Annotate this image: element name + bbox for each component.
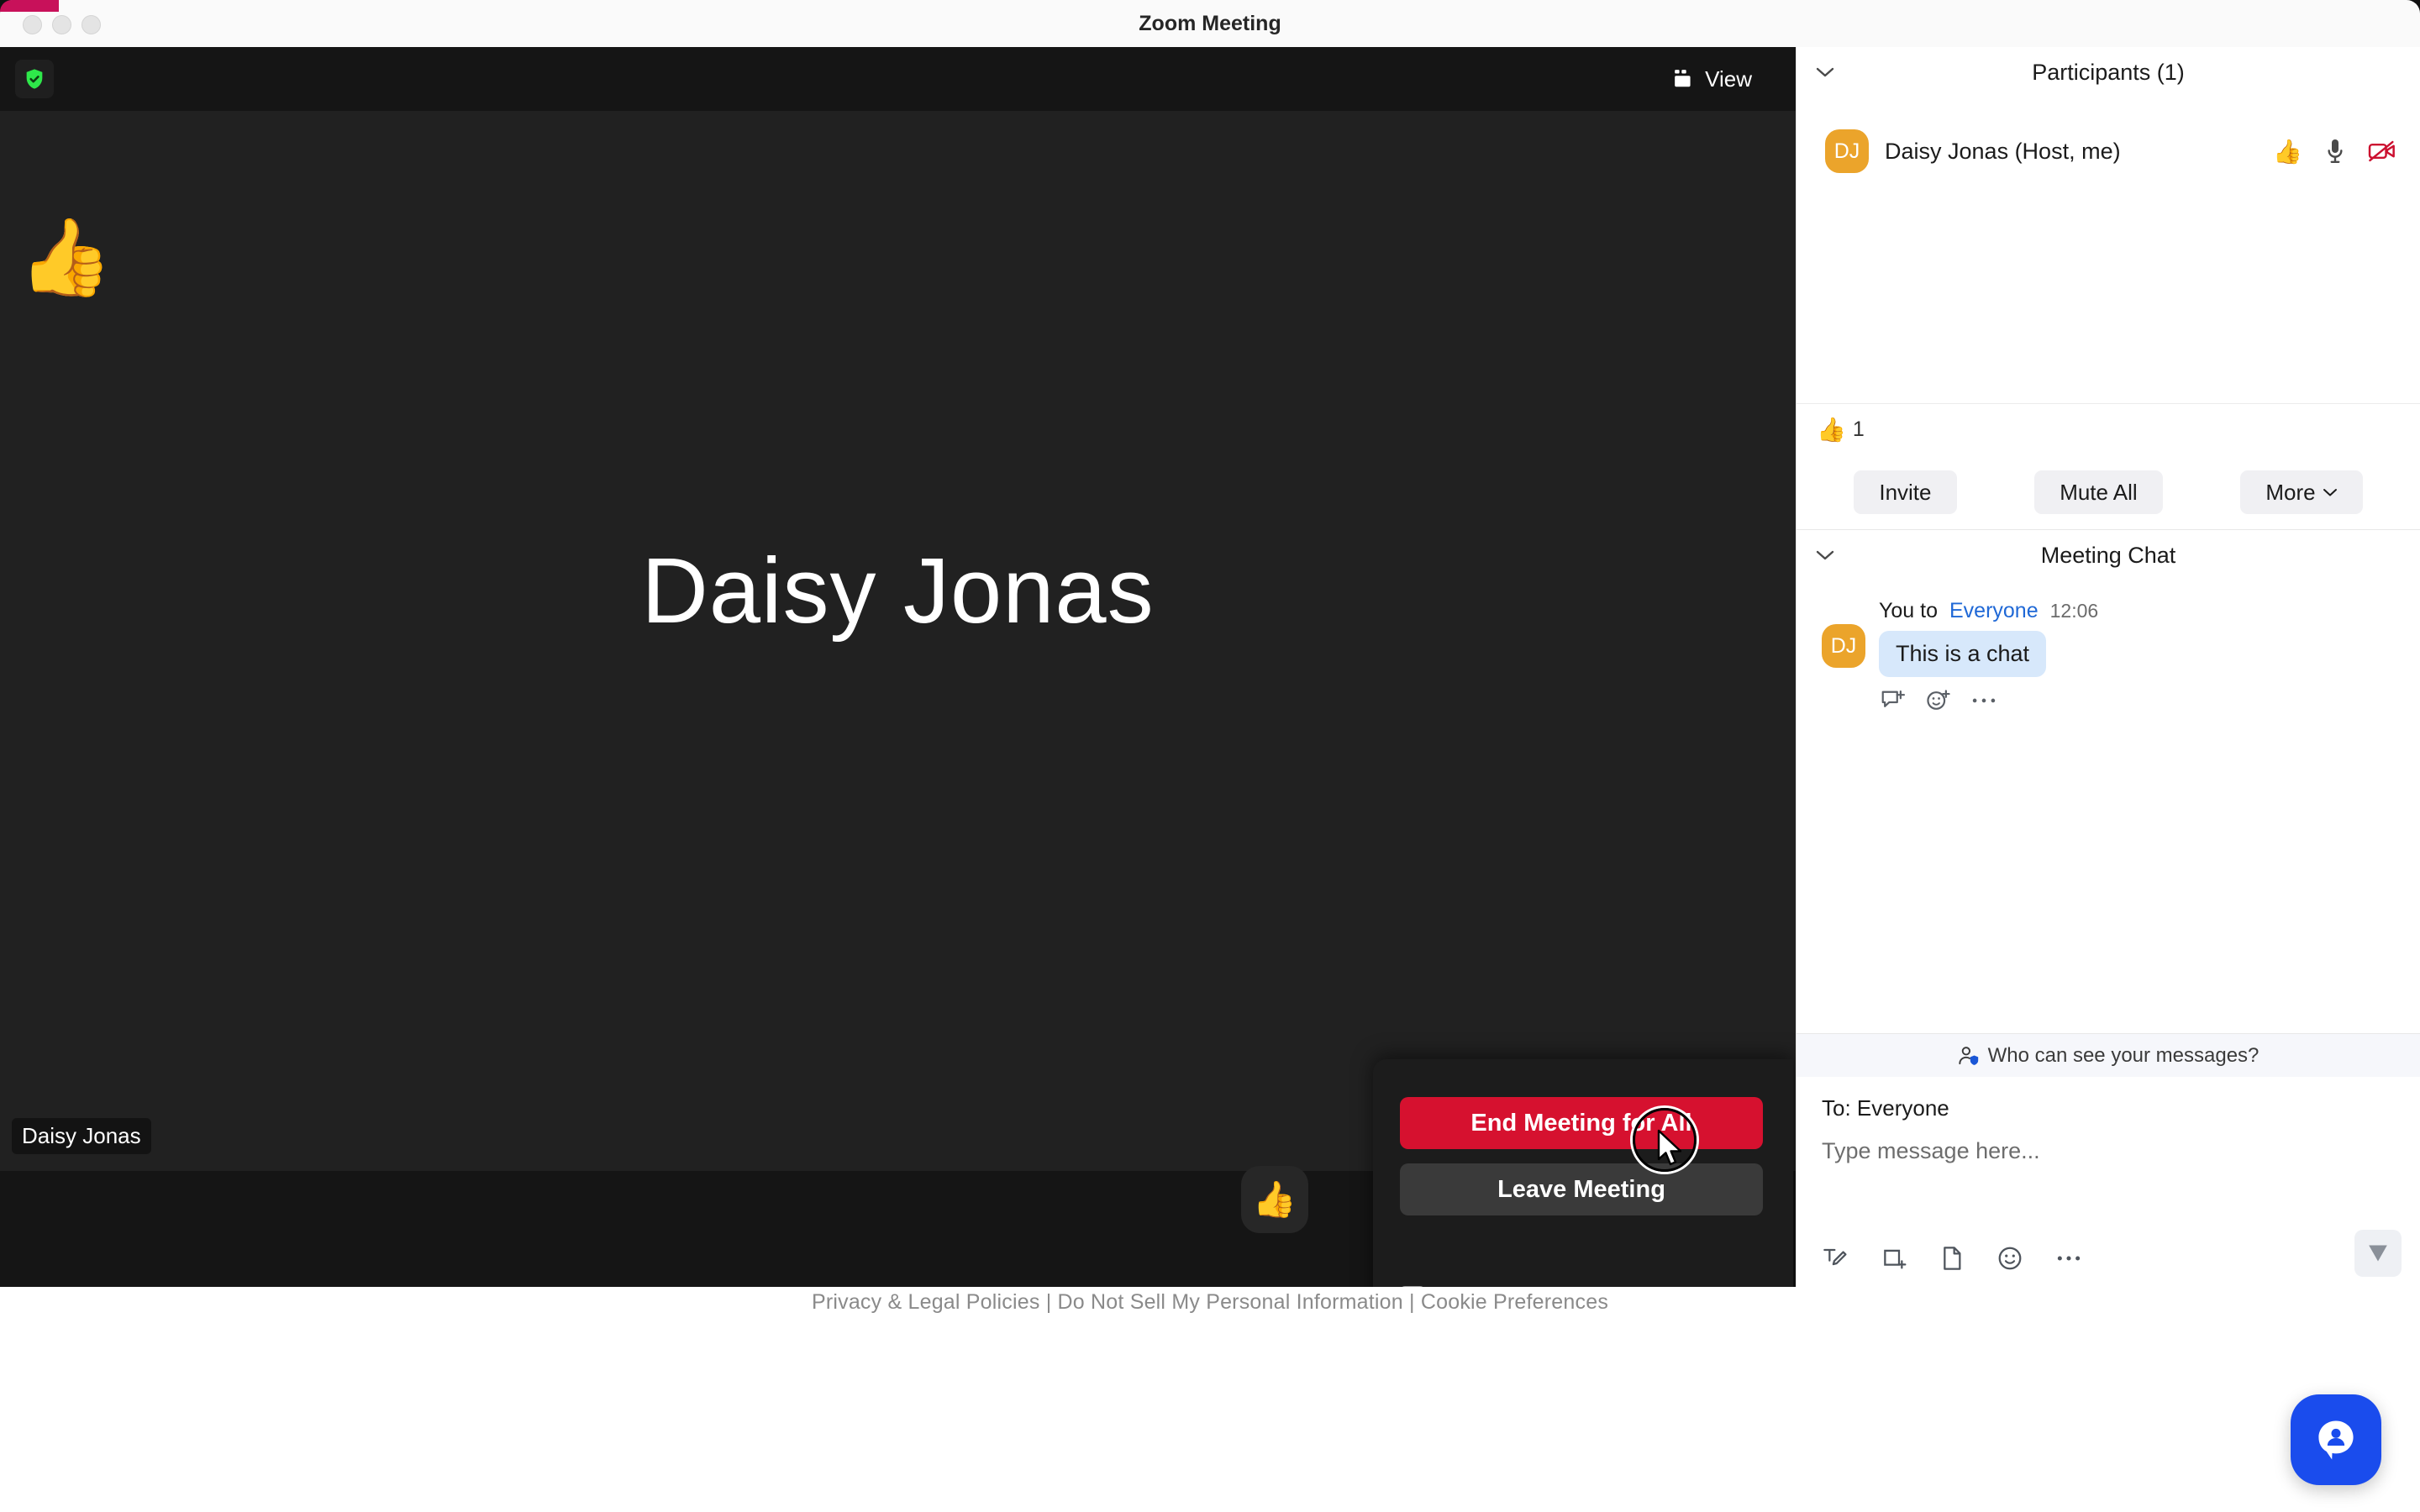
- invite-button-label: Invite: [1879, 479, 1932, 505]
- invite-button[interactable]: Invite: [1854, 470, 1957, 514]
- give-feedback-row: Give feedback Cancel: [1400, 1279, 1766, 1287]
- shield-check-icon[interactable]: [15, 60, 54, 98]
- composer-recipient[interactable]: To: Everyone: [1822, 1095, 2395, 1121]
- chat-composer: To: Everyone Type message here...: [1797, 1077, 2420, 1287]
- chat-message-meta: You to Everyone 12:06: [1879, 599, 2098, 623]
- microphone-icon[interactable]: [2326, 138, 2344, 165]
- video-off-icon[interactable]: [2368, 140, 2396, 162]
- meeting-chat-panel: Meeting Chat DJ You to Everyone 12:06 Th…: [1797, 530, 2420, 1287]
- chevron-down-icon[interactable]: [1815, 66, 1835, 79]
- chat-message[interactable]: DJ You to Everyone 12:06 This is a chat: [1822, 596, 2400, 712]
- support-chat-icon: [2318, 1420, 2354, 1460]
- right-side-panel: Participants (1) DJ Daisy Jonas (Host, m…: [1796, 47, 2420, 1287]
- chat-timestamp: 12:06: [2049, 600, 2099, 622]
- more-options-icon[interactable]: [1971, 696, 1996, 705]
- chat-message-list: DJ You to Everyone 12:06 This is a chat: [1797, 580, 2420, 1033]
- chat-sender: You to: [1879, 599, 1938, 622]
- active-speaker-name: Daisy Jonas: [641, 539, 1155, 643]
- participants-action-bar: Invite Mute All More: [1797, 455, 2420, 529]
- view-button-label: View: [1705, 66, 1752, 92]
- chevron-down-icon: [2323, 487, 2338, 497]
- browser-lower-area: [0, 1319, 2420, 1512]
- window-titlebar: Zoom Meeting: [0, 0, 2420, 47]
- who-can-see-label: Who can see your messages?: [1987, 1043, 2260, 1067]
- end-meeting-popover: End Meeting for All Leave Meeting Give f…: [1373, 1059, 1793, 1287]
- thumbs-up-reaction-overlay: 👍: [18, 216, 113, 300]
- privacy-person-icon: [1958, 1046, 1980, 1066]
- support-chat-button[interactable]: [2291, 1394, 2381, 1485]
- window-title: Zoom Meeting: [1139, 11, 1281, 35]
- file-icon[interactable]: [1939, 1245, 1965, 1272]
- chat-message-input[interactable]: Type message here...: [1822, 1138, 2395, 1164]
- mute-all-button[interactable]: Mute All: [2034, 470, 2163, 514]
- reaction-count: 1: [1852, 417, 1865, 441]
- participants-header: Participants (1): [1797, 47, 2420, 97]
- chat-message-actions: [1881, 689, 2098, 712]
- participants-list: DJ Daisy Jonas (Host, me) 👍: [1797, 97, 2420, 403]
- format-text-icon[interactable]: [1822, 1245, 1849, 1272]
- chevron-down-icon[interactable]: [1815, 549, 1835, 562]
- avatar: DJ: [1822, 624, 1865, 668]
- stage-top-toolbar: View: [0, 47, 1796, 111]
- leave-meeting-button[interactable]: Leave Meeting: [1400, 1163, 1763, 1215]
- meeting-chat-title: Meeting Chat: [2040, 542, 2176, 568]
- avatar: DJ: [1825, 129, 1869, 173]
- active-speaker-video[interactable]: 👍 Daisy Jonas Daisy Jonas: [0, 111, 1796, 1171]
- chat-recipient[interactable]: Everyone: [1949, 599, 2039, 623]
- chat-message-text: This is a chat: [1879, 631, 2047, 677]
- chat-message-body: You to Everyone 12:06 This is a chat: [1879, 596, 2098, 712]
- thumbs-up-icon: 👍: [2273, 138, 2302, 165]
- send-icon: [2366, 1242, 2390, 1265]
- participants-title: Participants (1): [2032, 59, 2185, 85]
- reaction-summary[interactable]: 👍 1: [1797, 403, 2420, 455]
- mute-all-button-label: Mute All: [2060, 479, 2138, 505]
- more-button-label: More: [2265, 479, 2316, 505]
- video-stage: View 👍 Daisy Jonas Daisy Jonas 👍 End Mee…: [0, 47, 1796, 1287]
- view-button[interactable]: View: [1661, 59, 1764, 99]
- cancel-button[interactable]: Cancel: [1696, 1286, 1766, 1288]
- participants-panel: Participants (1) DJ Daisy Jonas (Host, m…: [1797, 47, 2420, 530]
- reply-icon[interactable]: [1881, 689, 1906, 712]
- meeting-chat-header: Meeting Chat: [1797, 530, 2420, 580]
- layout-grid-icon: [1673, 69, 1695, 89]
- reaction-thumbs-up-button[interactable]: 👍: [1241, 1166, 1308, 1233]
- emoji-icon[interactable]: [1996, 1245, 2023, 1272]
- give-feedback-label: Give feedback: [1439, 1286, 1584, 1288]
- give-feedback-checkbox[interactable]: [1400, 1286, 1425, 1287]
- participant-name-tag: Daisy Jonas: [12, 1118, 151, 1154]
- more-button[interactable]: More: [2240, 470, 2363, 514]
- send-message-button[interactable]: [2354, 1230, 2402, 1277]
- who-can-see-messages-link[interactable]: Who can see your messages?: [1797, 1033, 2420, 1077]
- participant-row[interactable]: DJ Daisy Jonas (Host, me) 👍: [1797, 121, 2420, 181]
- participant-status-icons: 👍: [2273, 138, 2396, 165]
- thumbs-up-icon: 👍: [1817, 417, 1846, 443]
- screenshot-icon[interactable]: [1881, 1245, 1907, 1272]
- add-reaction-icon[interactable]: [1926, 689, 1951, 712]
- more-icon[interactable]: [2055, 1253, 2082, 1263]
- composer-toolbar: [1822, 1245, 2082, 1272]
- participant-name: Daisy Jonas (Host, me): [1885, 138, 2121, 164]
- zoom-meeting-window: Zoom Meeting View 👍 Daisy Jonas Daisy Jo…: [0, 0, 2420, 1287]
- end-meeting-for-all-button[interactable]: End Meeting for All: [1400, 1097, 1763, 1149]
